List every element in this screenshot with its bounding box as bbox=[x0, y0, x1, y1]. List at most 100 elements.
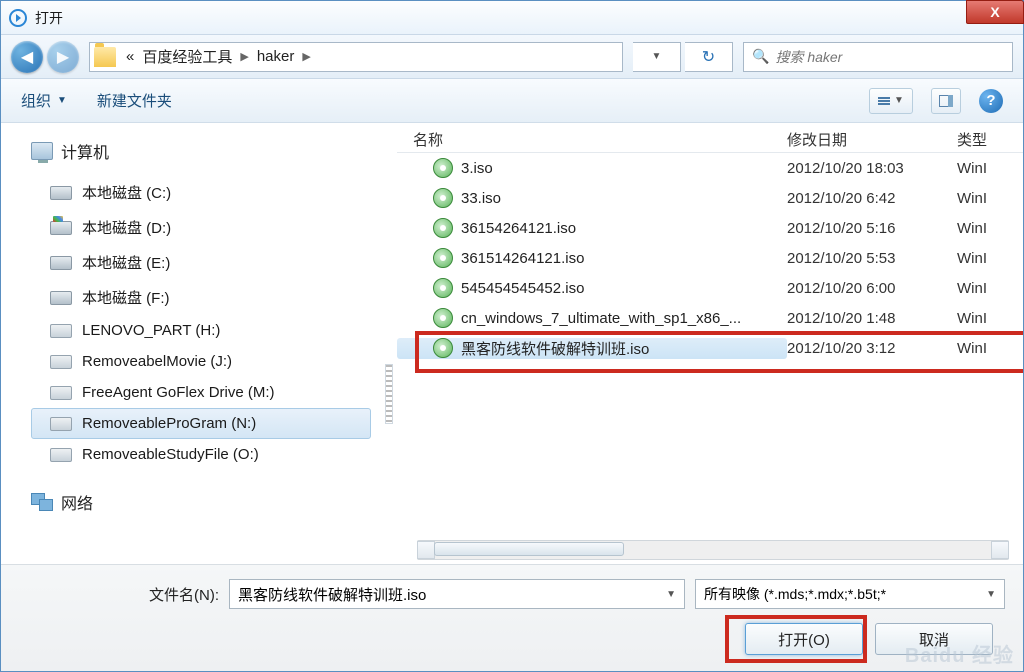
removable-drive-icon bbox=[50, 386, 72, 400]
file-date: 2012/10/20 18:03 bbox=[787, 160, 957, 177]
file-row[interactable]: 36154264121.iso2012/10/20 5:16WinI bbox=[397, 213, 1023, 243]
sidebar: 计算机 本地磁盘 (C:) 本地磁盘 (D:) 本地磁盘 (E:) 本地磁盘 (F:)… bbox=[1, 123, 381, 564]
preview-pane-button[interactable] bbox=[931, 88, 961, 114]
crumb-1[interactable]: 百度经验工具 bbox=[138, 46, 236, 67]
sidebar-item-label: 本地磁盘 (E:) bbox=[82, 252, 170, 273]
sidebar-item-drive[interactable]: 本地磁盘 (C:) bbox=[31, 175, 371, 210]
sidebar-item-drive[interactable]: 本地磁盘 (D:) bbox=[31, 210, 371, 245]
removable-drive-icon bbox=[50, 324, 72, 338]
chevron-down-icon[interactable]: ▼ bbox=[986, 589, 996, 600]
splitter[interactable] bbox=[381, 123, 397, 564]
filename-label: 文件名(N): bbox=[149, 584, 219, 605]
scrollbar-thumb[interactable] bbox=[434, 542, 624, 556]
sidebar-item-label: 本地磁盘 (D:) bbox=[82, 217, 171, 238]
open-button[interactable]: 打开(O) bbox=[745, 623, 863, 655]
column-headers: 名称 修改日期 类型 bbox=[397, 123, 1023, 153]
file-row[interactable]: 3.iso 2012/10/20 18:03WinI bbox=[397, 153, 1023, 183]
sidebar-item-drive[interactable]: FreeAgent GoFlex Drive (M:) bbox=[31, 377, 371, 408]
crumb-2[interactable]: haker bbox=[253, 48, 299, 65]
splitter-grip-icon bbox=[385, 364, 393, 424]
chevron-down-icon: ▼ bbox=[652, 51, 662, 62]
sidebar-item-drive[interactable]: RemoveableStudyFile (O:) bbox=[31, 439, 371, 470]
file-type-filter[interactable]: 所有映像 (*.mds;*.mdx;*.b5t;* ▼ bbox=[695, 579, 1005, 609]
computer-icon bbox=[31, 142, 53, 160]
sidebar-item-label: FreeAgent GoFlex Drive (M:) bbox=[82, 384, 275, 401]
file-name: cn_windows_7_ultimate_with_sp1_x86_... bbox=[461, 310, 741, 327]
file-date: 2012/10/20 6:42 bbox=[787, 190, 957, 207]
back-button[interactable]: ◀ bbox=[11, 41, 43, 73]
path-dropdown[interactable]: ▼ bbox=[633, 42, 681, 72]
file-row[interactable]: 33.iso 2012/10/20 6:42WinI bbox=[397, 183, 1023, 213]
sidebar-item-label: RemoveableStudyFile (O:) bbox=[82, 446, 259, 463]
removable-drive-icon bbox=[50, 448, 72, 462]
crumb-sep2: ▶ bbox=[298, 50, 314, 63]
chevron-down-icon[interactable]: ▼ bbox=[666, 589, 676, 600]
list-icon bbox=[878, 97, 890, 105]
file-type: WinI bbox=[957, 160, 1023, 177]
horizontal-scrollbar[interactable] bbox=[417, 540, 1009, 560]
close-button[interactable]: X bbox=[966, 0, 1024, 24]
search-input[interactable] bbox=[775, 49, 1004, 65]
refresh-button[interactable]: ↻ bbox=[685, 42, 733, 72]
file-type: WinI bbox=[957, 340, 1023, 357]
forward-button[interactable]: ▶ bbox=[47, 41, 79, 73]
file-row[interactable]: 545454545452.iso2012/10/20 6:00WinI bbox=[397, 273, 1023, 303]
folder-icon bbox=[94, 47, 116, 67]
file-type: WinI bbox=[957, 220, 1023, 237]
file-row[interactable]: 361514264121.iso 2012/10/20 5:53WinI bbox=[397, 243, 1023, 273]
iso-file-icon bbox=[433, 218, 453, 238]
view-mode-button[interactable]: ▼ bbox=[869, 88, 913, 114]
file-row[interactable]: cn_windows_7_ultimate_with_sp1_x86_...20… bbox=[397, 303, 1023, 333]
sidebar-item-label: 本地磁盘 (C:) bbox=[82, 182, 171, 203]
file-name: 33.iso bbox=[461, 190, 501, 207]
refresh-icon: ↻ bbox=[702, 47, 715, 67]
sidebar-item-label: RemoveableProGram (N:) bbox=[82, 415, 256, 432]
iso-file-icon bbox=[433, 248, 453, 268]
removable-drive-icon bbox=[50, 417, 72, 431]
file-name: 545454545452.iso bbox=[461, 280, 584, 297]
drive-icon bbox=[50, 256, 72, 270]
sidebar-item-label: RemoveabelMovie (J:) bbox=[82, 353, 232, 370]
file-name: 361514264121.iso bbox=[461, 250, 584, 267]
search-icon: 🔍 bbox=[752, 48, 769, 65]
sidebar-computer-header[interactable]: 计算机 bbox=[31, 139, 371, 163]
crumb-sep-left: « bbox=[122, 48, 138, 65]
sidebar-item-drive[interactable]: LENOVO_PART (H:) bbox=[31, 315, 371, 346]
search-box[interactable]: 🔍 bbox=[743, 42, 1013, 72]
file-type: WinI bbox=[957, 250, 1023, 267]
organize-menu[interactable]: 组织 ▼ bbox=[21, 90, 67, 111]
sidebar-network-header[interactable]: 网络 bbox=[31, 490, 371, 514]
file-type: WinI bbox=[957, 310, 1023, 327]
sidebar-item-drive[interactable]: RemoveabelMovie (J:) bbox=[31, 346, 371, 377]
new-folder-button[interactable]: 新建文件夹 bbox=[97, 90, 172, 111]
filename-input[interactable]: 黑客防线软件破解特训班.iso ▼ bbox=[229, 579, 685, 609]
file-name: 3.iso bbox=[461, 160, 493, 177]
help-button[interactable]: ? bbox=[979, 89, 1003, 113]
file-date: 2012/10/20 5:16 bbox=[787, 220, 957, 237]
nav-bar: ◀ ▶ « 百度经验工具 ▶ haker ▶ ▼ ↻ 🔍 bbox=[1, 35, 1023, 79]
preview-icon bbox=[939, 95, 953, 107]
drive-icon bbox=[50, 291, 72, 305]
iso-file-icon bbox=[433, 278, 453, 298]
col-date[interactable]: 修改日期 bbox=[787, 129, 957, 150]
cancel-button[interactable]: 取消 bbox=[875, 623, 993, 655]
sidebar-item-drive[interactable]: 本地磁盘 (E:) bbox=[31, 245, 371, 280]
sidebar-item-drive[interactable]: 本地磁盘 (F:) bbox=[31, 280, 371, 315]
dialog-body: 计算机 本地磁盘 (C:) 本地磁盘 (D:) 本地磁盘 (E:) 本地磁盘 (F:)… bbox=[1, 123, 1023, 564]
file-type: WinI bbox=[957, 190, 1023, 207]
file-date: 2012/10/20 5:53 bbox=[787, 250, 957, 267]
iso-file-icon bbox=[433, 338, 453, 358]
chevron-down-icon: ▼ bbox=[57, 95, 67, 106]
titlebar: 打开 X bbox=[1, 1, 1023, 35]
col-type[interactable]: 类型 bbox=[957, 129, 1023, 150]
crumb-sep: ▶ bbox=[236, 50, 252, 63]
app-icon bbox=[9, 9, 27, 27]
col-name[interactable]: 名称 bbox=[397, 129, 787, 150]
sidebar-item-label: LENOVO_PART (H:) bbox=[82, 322, 220, 339]
file-list: 3.iso2012/10/20 18:03WinI33.iso2012/10/2… bbox=[397, 153, 1023, 363]
breadcrumb-bar[interactable]: « 百度经验工具 ▶ haker ▶ bbox=[89, 42, 623, 72]
sidebar-item-drive[interactable]: RemoveableProGram (N:) bbox=[31, 408, 371, 439]
footer: 文件名(N): 黑客防线软件破解特训班.iso ▼ 所有映像 (*.mds;*.… bbox=[1, 564, 1023, 671]
file-row[interactable]: 黑客防线软件破解特训班.iso2012/10/20 3:12WinI bbox=[397, 333, 1023, 363]
network-icon bbox=[31, 493, 53, 511]
